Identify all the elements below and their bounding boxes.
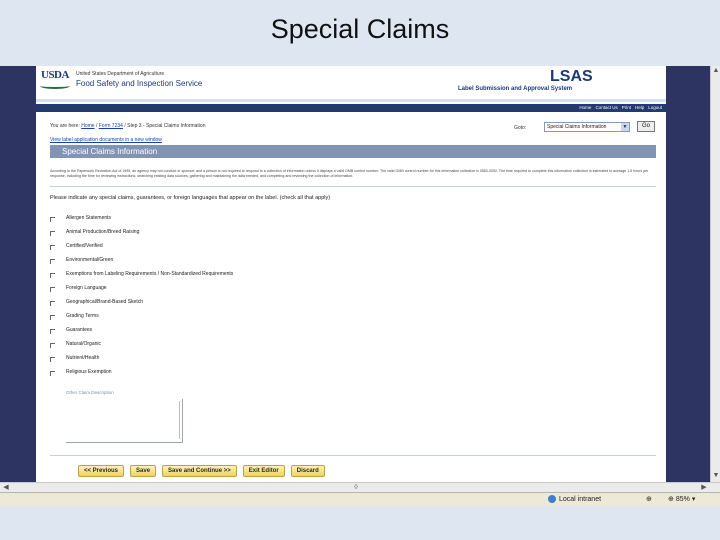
security-zone: Local intranet [548,495,601,503]
claims-checklist: Allergen Statements Animal Production/Br… [50,211,233,379]
breadcrumb-link-home[interactable]: Home [81,123,94,129]
exit-editor-button[interactable]: Exit Editor [242,465,285,477]
usda-swoosh-icon [40,83,70,89]
slide-title: Special Claims [270,14,450,44]
claim-item[interactable]: Natural/Organic [50,337,233,351]
discard-button[interactable]: Discard [290,465,325,477]
app-subtitle: Label Submission and Approval System [458,86,573,92]
header-divider [36,99,666,102]
checkbox[interactable] [50,272,55,278]
checkbox[interactable] [50,370,55,376]
nav-link-home[interactable]: Home [579,104,591,112]
nav-link-print[interactable]: Print [622,104,631,112]
claim-item[interactable]: Guarantees [50,323,233,337]
claim-item[interactable]: Religious Exemption [50,365,233,379]
claim-item[interactable]: Environmental/Green [50,253,233,267]
form-button-row: << Previous Save Save and Continue >> Ex… [78,465,325,477]
zoom-control[interactable]: ⊕ 85% ▾ [668,495,696,504]
browser-viewport: USDA United States Department of Agricul… [36,66,666,483]
app-title: LSAS [550,68,593,85]
save-button[interactable]: Save [130,465,157,477]
department-name: United States Department of Agriculture [76,71,165,77]
goto-selected-value: Special Claims Information [547,124,607,130]
zoom-icon: ⊕ [668,496,674,503]
checkbox[interactable] [50,356,55,362]
previous-button[interactable]: << Previous [78,465,125,477]
checkbox[interactable] [50,244,55,250]
breadcrumb-prefix: You are here: [50,123,80,129]
scroll-right-icon[interactable]: ▶ [700,484,708,492]
claim-item[interactable]: Certified/Verified [50,239,233,253]
vertical-scrollbar[interactable]: ▲ ▼ [710,66,720,482]
checkbox[interactable] [50,342,55,348]
usda-logo: USDA [41,69,69,81]
claim-item[interactable]: Animal Production/Breed Raising [50,225,233,239]
view-documents-link[interactable]: View label application documents in a ne… [50,137,162,143]
zone-label: Local intranet [559,495,602,503]
checkbox[interactable] [50,286,55,292]
nav-link-logout[interactable]: Logout [648,104,662,112]
agency-name: Food Safety and Inspection Service [76,79,203,88]
checkbox[interactable] [50,300,55,306]
zoom-level: 85% [675,495,690,503]
status-bar: Local intranet ⊕ ⊕ 85% ▾ [0,492,720,506]
claim-item[interactable]: Grading Terms [50,309,233,323]
scroll-up-icon[interactable]: ▲ [712,67,720,75]
other-claim-label: Other Claim Description [66,390,114,395]
claim-item[interactable]: Nutrient/Health [50,351,233,365]
checkbox[interactable] [50,314,55,320]
breadcrumb-link-form[interactable]: Form 7234 [99,123,123,129]
breadcrumb-current: Step 3 - Special Claims Information [127,123,206,129]
nav-link-contact[interactable]: Contact Us [595,104,617,112]
checkbox[interactable] [50,328,55,334]
scroll-down-icon[interactable]: ▼ [712,472,720,480]
claim-item[interactable]: Foreign Language [50,281,233,295]
chevron-down-icon[interactable]: ▼ [621,123,629,131]
site-header: USDA United States Department of Agricul… [36,66,666,102]
go-button[interactable]: Go [637,121,655,132]
divider [50,186,656,187]
chevron-down-icon[interactable]: ▾ [692,495,696,503]
globe-icon [548,495,556,503]
checkbox[interactable] [50,216,55,222]
scroll-left-icon[interactable]: ◀ [2,484,10,492]
scroll-thumb-icon[interactable]: ◊ [352,484,360,492]
section-title: Special Claims Information [50,145,656,158]
goto-select[interactable]: Special Claims Information ▼ [544,122,630,132]
claims-instruction: Please indicate any special claims, guar… [50,195,331,201]
textarea-scrollbar[interactable] [179,401,180,439]
claim-item[interactable]: Allergen Statements [50,211,233,225]
save-and-continue-button[interactable]: Save and Continue >> [162,465,237,477]
goto-label: Goto: [514,125,527,131]
claim-item[interactable]: Exemptions from Labeling Requirements / … [50,267,233,281]
other-claim-textarea[interactable] [66,399,183,443]
horizontal-scrollbar[interactable]: ◀ ◊ ▶ [0,482,720,492]
checkbox[interactable] [50,230,55,236]
nav-link-help[interactable]: Help [635,104,644,112]
checkbox[interactable] [50,258,55,264]
breadcrumb: You are here: Home / Form 7234 / Step 3 … [50,123,206,129]
top-nav-links: Home Contact Us Print Help Logout [579,104,662,112]
top-nav-bar: Home Contact Us Print Help Logout [36,104,666,112]
divider [50,455,656,456]
protected-mode-icon: ⊕ [646,496,652,503]
claim-item[interactable]: Geographical/Brand-Based Sketch [50,295,233,309]
paperwork-disclaimer: According to the Paperwork Reduction Act… [50,169,649,178]
